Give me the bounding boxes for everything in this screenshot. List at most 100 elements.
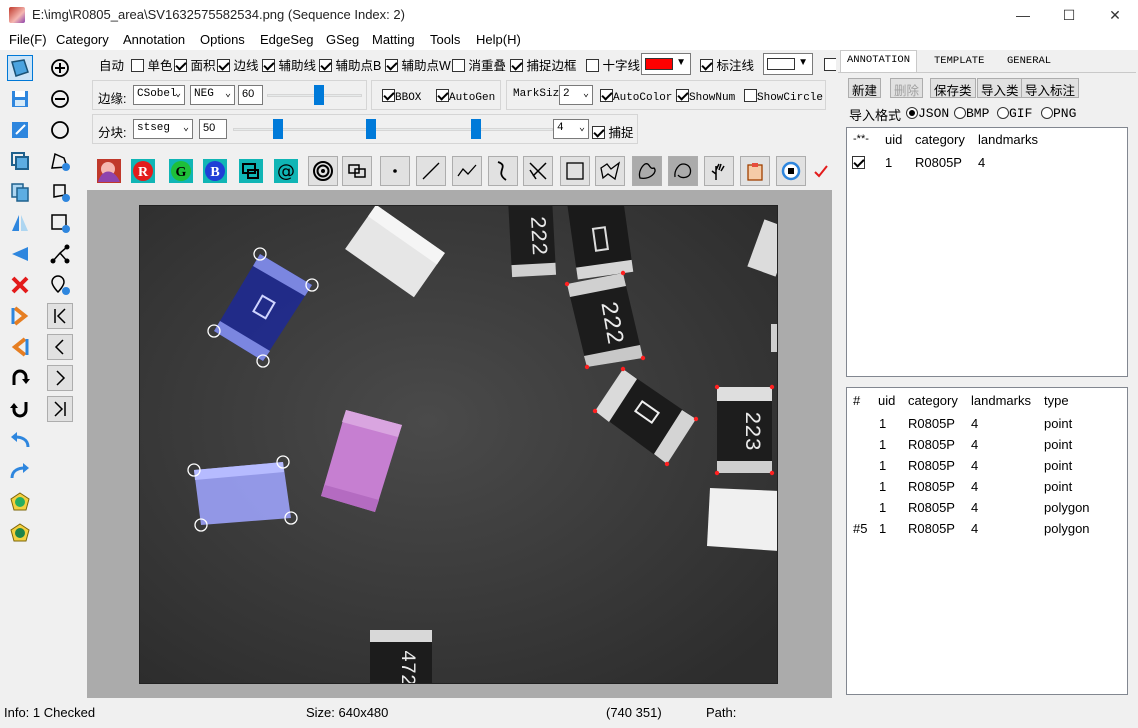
photo-icon[interactable] <box>94 156 124 186</box>
label-line-check[interactable] <box>700 59 713 72</box>
new-button[interactable]: 新建 <box>848 78 882 98</box>
zoom-out-button[interactable] <box>47 86 73 112</box>
column-header-uid[interactable]: uid <box>885 132 902 147</box>
save-tool-button[interactable] <box>7 86 33 112</box>
annotated-image[interactable]: 222 222 223 472 <box>140 206 778 684</box>
last-button[interactable] <box>47 396 73 422</box>
menu-matting[interactable]: Matting <box>372 32 415 47</box>
seg-count-select[interactable]: 4 ⌄ <box>553 119 589 139</box>
zoom-in-button[interactable] <box>47 55 73 81</box>
delete-button[interactable] <box>7 272 33 298</box>
format-png-radio[interactable]: PNG <box>1041 106 1076 121</box>
point-icon[interactable] <box>380 156 410 186</box>
redo-curve-button[interactable] <box>7 365 33 391</box>
add-shape-button[interactable] <box>47 179 73 205</box>
rectangle-icon[interactable] <box>560 156 590 186</box>
capture-checkbox[interactable]: 捕捉 <box>592 122 634 141</box>
forward-button[interactable] <box>47 365 73 391</box>
plugin1-button[interactable] <box>7 489 33 515</box>
landmark-point[interactable] <box>253 247 267 261</box>
landmark-point[interactable] <box>305 278 319 292</box>
snap-border-check[interactable] <box>510 59 523 72</box>
slider-thumb-2[interactable] <box>366 119 376 139</box>
menu-edgeseg[interactable]: EdgeSeg <box>260 32 314 47</box>
copy-layer-button[interactable] <box>7 148 33 174</box>
mono-checkbox[interactable]: 单色 <box>131 55 173 74</box>
format-json-radio[interactable]: JSON <box>906 106 949 121</box>
back-button[interactable] <box>47 334 73 360</box>
marksize-select[interactable]: 2 ⌄ <box>559 85 593 105</box>
object-list[interactable]: # uid category landmarks type 1 R0805P 4… <box>846 387 1128 695</box>
save-class-button[interactable]: 保存类 <box>930 78 976 98</box>
mono-check[interactable] <box>131 59 144 72</box>
previous-shape-button[interactable] <box>7 241 33 267</box>
row-checkbox[interactable] <box>852 156 865 169</box>
menu-help[interactable]: Help(H) <box>476 32 521 47</box>
save-as-tool-button[interactable] <box>7 117 33 143</box>
undo-button[interactable] <box>7 427 33 453</box>
red-channel-icon[interactable]: R <box>128 156 158 186</box>
png-radio[interactable] <box>1041 107 1053 119</box>
guide-point-b-check[interactable] <box>319 59 332 72</box>
column-header-category[interactable]: category <box>915 132 965 147</box>
spiral-icon[interactable] <box>308 156 338 186</box>
landmark-point[interactable] <box>194 518 208 532</box>
line-icon[interactable] <box>416 156 446 186</box>
landmark-point[interactable] <box>187 463 201 477</box>
autocolor-checkbox[interactable]: AutoColor <box>600 89 672 104</box>
guide-point-w-checkbox[interactable]: 辅助点W <box>385 55 451 74</box>
crosshair-checkbox[interactable]: 十字线 <box>586 55 640 74</box>
edge-method-select[interactable]: CSobel ⌄ <box>133 85 185 105</box>
copy-button[interactable] <box>7 179 33 205</box>
first-button[interactable] <box>47 303 73 329</box>
slider-thumb-1[interactable] <box>273 119 283 139</box>
blue-channel-icon[interactable]: B <box>200 156 230 186</box>
minimize-button[interactable]: — <box>1000 0 1046 30</box>
green-channel-icon[interactable]: G <box>166 156 196 186</box>
column-header-num[interactable]: # <box>853 393 860 408</box>
bbox-checkbox[interactable]: BBOX <box>382 89 421 104</box>
next-button[interactable] <box>7 303 33 329</box>
remove-overlap-checkbox[interactable]: 消重叠 <box>452 55 506 74</box>
select-tool-button[interactable] <box>7 55 33 81</box>
slider-thumb-3[interactable] <box>471 119 481 139</box>
lasso-icon[interactable] <box>668 156 698 186</box>
showcircle-checkbox[interactable]: ShowCircle <box>744 89 823 104</box>
json-radio[interactable] <box>906 107 918 119</box>
menu-category[interactable]: Category <box>56 32 109 47</box>
polyline-icon[interactable] <box>452 156 482 186</box>
seg-range-slider[interactable] <box>233 119 553 139</box>
add-rect-button[interactable] <box>47 210 73 236</box>
slider-thumb[interactable] <box>314 85 324 105</box>
remove-overlap-check[interactable] <box>452 59 465 72</box>
neg-select[interactable]: NEG ⌄ <box>190 85 235 105</box>
tab-template[interactable]: TEMPLATE <box>928 52 990 72</box>
add-polygon-button[interactable] <box>47 148 73 174</box>
bbox-check[interactable] <box>382 89 395 102</box>
seg-value-field[interactable]: 50 <box>199 119 227 139</box>
area-checkbox[interactable]: 面积 <box>174 55 216 74</box>
plugin2-button[interactable] <box>7 520 33 546</box>
guide-line-check[interactable] <box>262 59 275 72</box>
prev-button[interactable] <box>7 334 33 360</box>
crosshair-check[interactable] <box>586 59 599 72</box>
guide-point-w-check[interactable] <box>385 59 398 72</box>
connect-points-button[interactable] <box>47 241 73 267</box>
menu-gseg[interactable]: GSeg <box>326 32 359 47</box>
color1-picker[interactable]: ▼ <box>641 53 691 75</box>
hand-icon[interactable] <box>704 156 734 186</box>
landmark-point[interactable] <box>256 354 270 368</box>
at-icon[interactable]: @ <box>271 156 301 186</box>
autocolor-check[interactable] <box>600 89 613 102</box>
guide-point-b-checkbox[interactable]: 辅助点B <box>319 55 381 74</box>
shapes-icon[interactable] <box>236 156 266 186</box>
landmark-point[interactable] <box>284 511 298 525</box>
circle-tool-button[interactable] <box>47 117 73 143</box>
capture-check[interactable] <box>592 126 605 139</box>
edge-check[interactable] <box>217 59 230 72</box>
auto-label[interactable]: 自动 <box>99 55 124 74</box>
polygon-icon[interactable] <box>595 156 625 186</box>
scissors-icon[interactable] <box>523 156 553 186</box>
color2-picker[interactable]: ▼ <box>763 53 813 75</box>
menu-options[interactable]: Options <box>200 32 245 47</box>
